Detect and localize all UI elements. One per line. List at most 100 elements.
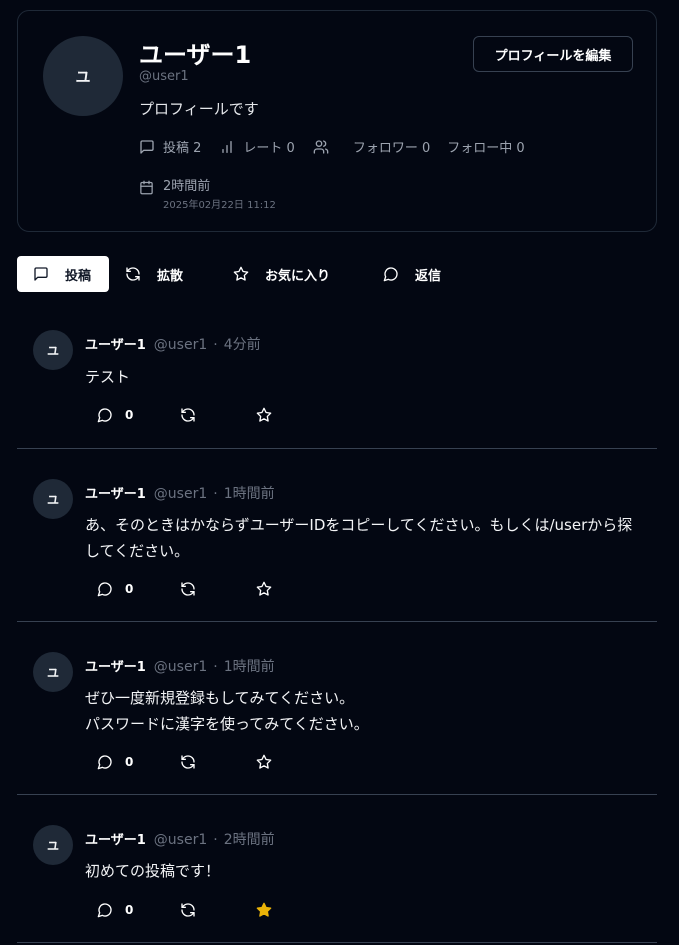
profile-page: ユ ユーザー1 @user1 プロフィールです プロフィールを編集 投稿 2 レ… — [0, 0, 679, 945]
separator-dot: · — [213, 337, 218, 353]
post-body: ぜひ一度新規登録もしてみてください。 パスワードに漢字を使ってみてください。 — [85, 689, 369, 733]
joined-date: 2時間前 2025年02月22日 11:12 — [139, 175, 276, 211]
post-header: ユーザー1 @user1 · 1時間前 — [85, 483, 275, 503]
post-body: あ、そのときはかならずユーザーIDをコピーしてください。もしくは/userから探… — [85, 516, 633, 560]
stat-posts: 投稿 2 — [139, 137, 201, 156]
post-item[interactable]: ユ ユーザー1 @user1 · 4分前 テスト 0 — [17, 313, 657, 449]
post-body: テスト — [85, 368, 131, 386]
tab-reposts[interactable]: 拡散 — [109, 256, 217, 292]
tab-posts-label: 投稿 — [65, 268, 92, 284]
reply-count: 0 — [125, 408, 134, 422]
reply-button[interactable]: 0 — [97, 754, 133, 770]
repost-icon — [181, 903, 196, 917]
stat-posts-label: 投稿 2 — [163, 141, 202, 156]
post-time: 1時間前 — [223, 659, 275, 675]
star-icon — [257, 754, 272, 769]
joined-relative: 2時間前 — [163, 179, 211, 194]
post-avatar[interactable]: ユ — [33, 652, 73, 692]
post-actions: 0 — [97, 754, 272, 770]
star-icon — [233, 266, 249, 281]
edit-profile-button[interactable]: プロフィールを編集 — [473, 36, 633, 72]
post-avatar[interactable]: ユ — [33, 825, 73, 865]
post-author-handle: @user1 — [153, 337, 208, 353]
reply-button[interactable]: 0 — [97, 902, 133, 918]
reply-count: 0 — [125, 903, 134, 917]
reply-button[interactable]: 0 — [97, 581, 133, 597]
post-item[interactable]: ユ ユーザー1 @user1 · 2時間前 初めての投稿です！ 0 — [17, 795, 657, 943]
post-actions: 0 — [97, 581, 272, 597]
repost-icon — [181, 408, 196, 422]
post-header: ユーザー1 @user1 · 4分前 — [85, 334, 261, 354]
post-body: 初めての投稿です！ — [85, 862, 221, 880]
repost-button[interactable] — [180, 902, 196, 918]
message-icon — [34, 267, 48, 281]
reply-icon — [97, 903, 112, 918]
tab-posts[interactable]: 投稿 — [17, 256, 109, 292]
separator-dot: · — [213, 832, 218, 848]
tab-replies-label: 返信 — [415, 268, 442, 284]
post-author-handle: @user1 — [153, 659, 208, 675]
separator-dot: · — [213, 486, 218, 502]
post-author-name[interactable]: ユーザー1 — [85, 656, 146, 675]
favorite-button[interactable] — [256, 754, 272, 770]
post-author-handle: @user1 — [153, 486, 208, 502]
reply-button[interactable]: 0 — [97, 407, 133, 423]
stat-followers-label[interactable]: フォロワー 0 — [353, 137, 430, 156]
favorite-button[interactable] — [256, 581, 272, 597]
profile-stats: 投稿 2 レート 0 フォロワー 0 フォロー中 0 — [139, 137, 525, 156]
post-author-name[interactable]: ユーザー1 — [85, 829, 146, 848]
repost-icon — [181, 582, 196, 596]
reply-icon — [383, 267, 398, 282]
reply-count: 0 — [125, 582, 134, 596]
star-filled-icon — [257, 902, 272, 917]
profile-bio: プロフィールです — [139, 100, 259, 118]
post-actions: 0 — [97, 902, 272, 918]
post-author-name[interactable]: ユーザー1 — [85, 483, 146, 502]
tab-reposts-label: 拡散 — [157, 268, 184, 284]
post-actions: 0 — [97, 407, 272, 423]
tab-favorites-label: お気に入り — [265, 268, 331, 284]
stat-followers[interactable]: フォロワー 0 — [313, 137, 430, 156]
post-avatar[interactable]: ユ — [33, 330, 73, 370]
stat-following[interactable]: フォロー中 0 — [447, 137, 524, 156]
post-author-handle: @user1 — [153, 832, 208, 848]
favorite-button[interactable] — [256, 902, 272, 918]
profile-card: ユ ユーザー1 @user1 プロフィールです プロフィールを編集 投稿 2 レ… — [17, 10, 657, 232]
post-time: 4分前 — [223, 337, 261, 353]
post-time: 1時間前 — [223, 486, 275, 502]
profile-handle: @user1 — [139, 69, 189, 84]
post-item[interactable]: ユ ユーザー1 @user1 · 1時間前 あ、そのときはかならずユーザーIDを… — [17, 449, 657, 622]
post-author-name[interactable]: ユーザー1 — [85, 334, 146, 353]
reply-count: 0 — [125, 755, 134, 769]
calendar-icon — [140, 180, 153, 195]
users-icon — [313, 139, 329, 154]
message-icon — [140, 139, 154, 154]
post-time: 2時間前 — [223, 832, 275, 848]
repost-button[interactable] — [180, 581, 196, 597]
reply-icon — [97, 755, 112, 770]
star-icon — [257, 581, 272, 596]
tab-favorites[interactable]: お気に入り — [217, 256, 367, 292]
repost-icon — [126, 267, 140, 281]
profile-display-name: ユーザー1 — [139, 41, 252, 69]
profile-avatar: ユ — [43, 36, 123, 116]
repost-button[interactable] — [180, 754, 196, 770]
separator-dot: · — [213, 659, 218, 675]
stat-following-label[interactable]: フォロー中 0 — [447, 137, 524, 156]
tab-replies[interactable]: 返信 — [367, 256, 457, 292]
repost-icon — [181, 755, 196, 769]
reply-icon — [97, 408, 112, 423]
bar-chart-icon — [222, 140, 233, 153]
stat-rate: レート 0 — [219, 137, 295, 156]
stat-rate-label: レート 0 — [243, 141, 295, 156]
repost-button[interactable] — [180, 407, 196, 423]
favorite-button[interactable] — [256, 407, 272, 423]
post-header: ユーザー1 @user1 · 1時間前 — [85, 656, 275, 676]
star-icon — [257, 407, 272, 422]
profile-tabs: 投稿 拡散 お気に入り 返信 — [17, 256, 457, 292]
post-avatar[interactable]: ユ — [33, 479, 73, 519]
post-header: ユーザー1 @user1 · 2時間前 — [85, 829, 275, 849]
post-item[interactable]: ユ ユーザー1 @user1 · 1時間前 ぜひ一度新規登録もしてみてください。… — [17, 622, 657, 795]
joined-absolute: 2025年02月22日 11:12 — [163, 200, 276, 211]
reply-icon — [97, 582, 112, 597]
